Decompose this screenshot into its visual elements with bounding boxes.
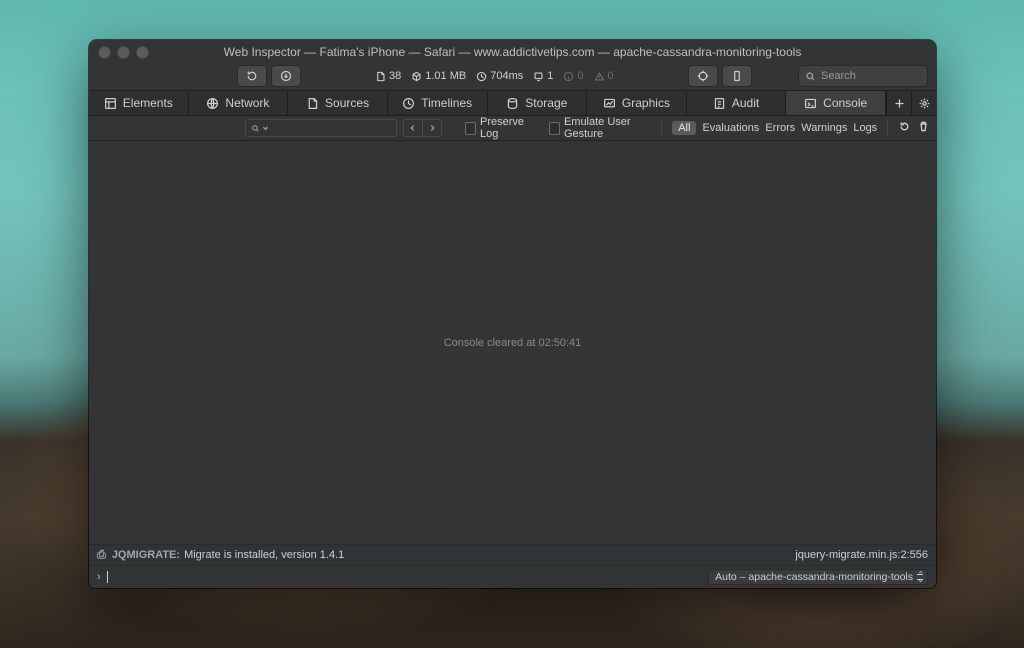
console-filter-bar: Preserve Log Emulate User Gesture All Ev… (89, 116, 936, 141)
tab-label: Elements (123, 96, 173, 110)
warnings-metric: 0 (594, 70, 614, 82)
log-source-link[interactable]: jquery-migrate.min.js:2:556 (795, 549, 928, 561)
search-icon (805, 71, 816, 82)
log-level-icon: ⎙ (97, 549, 106, 562)
traffic-lights (98, 46, 149, 59)
new-tab-button[interactable] (886, 91, 911, 115)
tab-sources[interactable]: Sources (288, 91, 388, 115)
timelines-icon (402, 97, 415, 110)
emulate-label: Emulate User Gesture (564, 116, 651, 140)
zoom-window-button[interactable] (136, 46, 149, 59)
updown-icon: ⌃⌄ (917, 572, 924, 582)
filter-next-button[interactable] (423, 119, 442, 137)
graphics-icon (603, 97, 616, 110)
tab-timelines[interactable]: Timelines (388, 91, 488, 115)
toolbar-search-placeholder: Search (821, 70, 856, 82)
prompt-chevron-icon: › (97, 571, 101, 583)
tab-label: Timelines (421, 96, 472, 110)
clear-console-button[interactable] (917, 120, 930, 136)
tab-label: Graphics (622, 96, 670, 110)
device-button[interactable] (722, 65, 752, 87)
inspector-toolbar: 38 1.01 MB 704ms 1 0 (89, 62, 936, 90)
separator (661, 121, 662, 135)
settings-button[interactable] (911, 91, 936, 115)
resources-count: 38 (389, 70, 401, 82)
preserve-log-label: Preserve Log (480, 116, 532, 140)
close-window-button[interactable] (98, 46, 111, 59)
elements-icon (104, 97, 117, 110)
context-label: Auto – apache-cassandra-monitoring-tools (715, 571, 913, 583)
plus-icon (893, 97, 906, 110)
gear-icon (918, 97, 931, 110)
log-prefix: JQMIGRATE: (112, 549, 180, 561)
log-message: Migrate is installed, version 1.4.1 (184, 549, 344, 561)
execution-context-selector[interactable]: Auto – apache-cassandra-monitoring-tools… (708, 569, 928, 585)
requests-metric: 1 (533, 70, 553, 82)
minimize-window-button[interactable] (117, 46, 130, 59)
console-cleared-message: Console cleared at 02:50:41 (89, 141, 936, 544)
info-metric: 0 (563, 70, 583, 82)
window-titlebar: Web Inspector — Fatima's iPhone — Safari… (89, 40, 936, 62)
time-value: 704ms (490, 70, 523, 82)
reload-button[interactable] (237, 65, 267, 87)
window-title: Web Inspector — Fatima's iPhone — Safari… (89, 45, 936, 59)
size-metric: 1.01 MB (411, 70, 466, 82)
resources-metric: 38 (375, 70, 401, 82)
tab-network[interactable]: Network (189, 91, 289, 115)
tab-label: Network (225, 96, 269, 110)
info-value: 0 (577, 70, 583, 82)
filter-evaluations[interactable]: Evaluations (702, 122, 759, 134)
filter-prev-button[interactable] (403, 119, 423, 137)
desktop-wallpaper: Web Inspector — Fatima's iPhone — Safari… (0, 0, 1024, 648)
console-prompt-row[interactable]: › Auto – apache-cassandra-monitoring-too… (89, 565, 936, 588)
reload-console-button[interactable] (898, 120, 911, 136)
console-filter-search[interactable] (245, 119, 397, 137)
tab-label: Sources (325, 96, 369, 110)
console-log-row[interactable]: ⎙ JQMIGRATE: Migrate is installed, versi… (89, 544, 936, 565)
console-icon (804, 97, 817, 110)
audit-icon (713, 97, 726, 110)
trash-icon (917, 120, 930, 133)
search-icon (251, 124, 260, 133)
tab-label: Console (823, 96, 867, 110)
network-icon (206, 97, 219, 110)
time-metric: 704ms (476, 70, 523, 82)
requests-value: 1 (547, 70, 553, 82)
toolbar-search[interactable]: Search (798, 65, 928, 87)
tab-elements[interactable]: Elements (89, 91, 189, 115)
sources-icon (306, 97, 319, 110)
filter-logs[interactable]: Logs (853, 122, 877, 134)
download-button[interactable] (271, 65, 301, 87)
inspector-tabs: Elements Network Sources Timelines Stora… (89, 90, 936, 116)
chevron-down-icon (262, 125, 269, 132)
separator (887, 121, 888, 135)
tab-console[interactable]: Console (786, 91, 886, 115)
warnings-value: 0 (608, 70, 614, 82)
reload-icon (898, 120, 911, 133)
tab-label: Storage (525, 96, 567, 110)
size-value: 1.01 MB (425, 70, 466, 82)
tab-label: Audit (732, 96, 759, 110)
element-selection-button[interactable] (688, 65, 718, 87)
filter-errors[interactable]: Errors (765, 122, 795, 134)
checkbox-box (465, 122, 476, 135)
emulate-user-gesture-checkbox[interactable]: Emulate User Gesture (549, 116, 651, 140)
tab-storage[interactable]: Storage (488, 91, 588, 115)
web-inspector-window: Web Inspector — Fatima's iPhone — Safari… (89, 40, 936, 588)
prompt-cursor (107, 571, 108, 583)
console-body: Console cleared at 02:50:41 ⎙ JQMIGRATE:… (89, 141, 936, 588)
filter-all[interactable]: All (672, 121, 696, 135)
tab-graphics[interactable]: Graphics (587, 91, 687, 115)
filter-warnings[interactable]: Warnings (801, 122, 847, 134)
tab-audit[interactable]: Audit (687, 91, 787, 115)
storage-icon (506, 97, 519, 110)
preserve-log-checkbox[interactable]: Preserve Log (465, 116, 532, 140)
checkbox-box (549, 122, 560, 135)
